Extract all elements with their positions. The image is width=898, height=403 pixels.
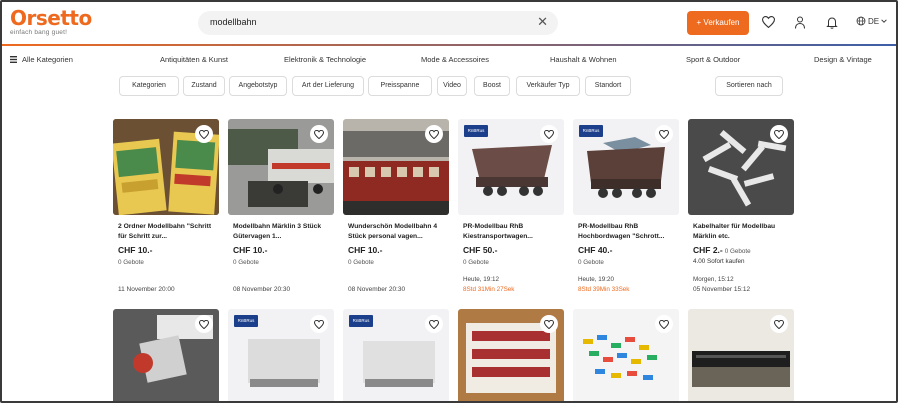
listing-title[interactable]: Modellbahn Märklin 3 Stück Gütervagen 1.…	[233, 222, 333, 242]
favorite-heart-icon[interactable]	[310, 125, 328, 143]
listing-end-date: Heute, 19:20	[578, 276, 615, 283]
listing-end-date: 11 November 20:00	[118, 286, 175, 293]
listing-image[interactable]: RnBRus	[573, 119, 679, 215]
favorite-heart-icon[interactable]	[540, 315, 558, 333]
filter-location[interactable]: Standort	[585, 76, 631, 96]
page: Orsetto einfach bang guet! modellbahn ✕ …	[0, 0, 898, 403]
logo[interactable]: Orsetto einfach bang guet!	[10, 8, 92, 36]
favorite-heart-icon[interactable]	[195, 315, 213, 333]
chevron-down-icon	[881, 19, 887, 23]
seller-badge: RnBRus	[579, 125, 603, 137]
listing-bids: 0 Gebote	[348, 259, 374, 266]
listing-image[interactable]: RnBRus	[343, 309, 449, 401]
listing-bids: 0 Gebote	[463, 259, 489, 266]
bell-icon[interactable]	[824, 14, 840, 30]
listing-title[interactable]: 2 Ordner Modellbahn "Schritt für Schritt…	[118, 222, 218, 242]
listing-price: CHF 10.-	[233, 245, 268, 255]
listing-end-date: 08 November 20:30	[233, 286, 291, 293]
all-categories-link[interactable]: Alle Kategorien	[10, 55, 73, 64]
listing-title[interactable]: Kabelhalter für Modellbau Märklin etc.	[693, 222, 793, 242]
filter-price-range[interactable]: Preisspanne	[368, 76, 432, 96]
listing-countdown: 8Std 31Min 27Sek	[463, 286, 515, 293]
language-label: DE	[868, 16, 880, 26]
listing-end-date: 08 November 20:30	[348, 286, 406, 293]
seller-badge: RnBRus	[234, 315, 258, 327]
listing-countdown: 8Std 39Min 33Sek	[578, 286, 630, 293]
favorite-heart-icon[interactable]	[770, 315, 788, 333]
category-nav: Alle Kategorien Antiquitäten & Kunst Ele…	[2, 52, 896, 68]
listing-image[interactable]	[228, 119, 334, 215]
close-icon[interactable]: ✕	[537, 14, 548, 30]
header-divider	[2, 44, 896, 46]
filter-categories[interactable]: Kategorien	[119, 76, 179, 96]
listing-price: CHF 40.-	[578, 245, 613, 255]
listing-bids: 0 Gebote	[724, 248, 751, 255]
nav-category-electronics[interactable]: Elektronik & Technologie	[284, 55, 366, 64]
listing-end-date: Morgen, 15:12	[693, 276, 734, 283]
all-categories-label: Alle Kategorien	[22, 55, 73, 64]
listing-title[interactable]: Wunderschön Modellbahn 4 Stück personal …	[348, 222, 448, 242]
user-icon[interactable]	[792, 14, 808, 30]
listing-image[interactable]	[343, 119, 449, 215]
filter-boost[interactable]: Boost	[474, 76, 510, 96]
listing-image[interactable]	[113, 309, 219, 401]
header: Orsetto einfach bang guet! modellbahn ✕ …	[2, 2, 896, 44]
listing-price: CHF 2.- 0 Gebote	[693, 245, 751, 255]
listing-price: CHF 50.-	[463, 245, 498, 255]
listing-image[interactable]: RnBRus	[458, 119, 564, 215]
listing-end-date: Heute, 19:12	[463, 276, 500, 283]
listing-image[interactable]	[113, 119, 219, 215]
listing-bids: 0 Gebote	[233, 259, 259, 266]
listing-title[interactable]: PR-Modellbau RhB Hochbordwagen "Schrott.…	[578, 222, 678, 242]
logo-tagline: einfach bang guet!	[10, 29, 68, 36]
sell-button[interactable]: + Verkaufen	[687, 11, 749, 35]
listing-image[interactable]	[688, 309, 794, 401]
globe-icon	[856, 16, 866, 26]
listing-end-date-secondary: 05 November 15:12	[693, 286, 751, 293]
nav-category-sport[interactable]: Sport & Outdoor	[686, 55, 740, 64]
filter-condition[interactable]: Zustand	[183, 76, 225, 96]
listing-image[interactable]	[458, 309, 564, 401]
favorite-heart-icon[interactable]	[540, 125, 558, 143]
search-input[interactable]: modellbahn ✕	[198, 11, 558, 35]
favorite-heart-icon[interactable]	[310, 315, 328, 333]
favorite-heart-icon[interactable]	[195, 125, 213, 143]
listing-price: CHF 10.-	[348, 245, 383, 255]
favorite-heart-icon[interactable]	[425, 125, 443, 143]
listing-title[interactable]: PR-Modellbau RhB Kiestransportwagen...	[463, 222, 563, 242]
nav-category-household[interactable]: Haushalt & Wohnen	[550, 55, 617, 64]
filter-seller-type[interactable]: Verkäufer Typ	[516, 76, 580, 96]
listing-image[interactable]: RnBRus	[228, 309, 334, 401]
nav-category-fashion[interactable]: Mode & Accessoires	[421, 55, 489, 64]
favorite-heart-icon[interactable]	[425, 315, 443, 333]
listing-price: CHF 10.-	[118, 245, 153, 255]
seller-badge: RnBRus	[349, 315, 373, 327]
language-selector[interactable]: DE	[856, 16, 887, 26]
filter-offer-type[interactable]: Angebotstyp	[229, 76, 287, 96]
favorite-heart-icon[interactable]	[655, 315, 673, 333]
menu-icon	[10, 56, 17, 63]
listing-bids: 0 Gebote	[578, 259, 604, 266]
seller-badge: RnBRus	[464, 125, 488, 137]
nav-category-design[interactable]: Design & Vintage	[814, 55, 872, 64]
logo-text: Orsetto	[10, 6, 92, 30]
listing-price-value: CHF 2.-	[693, 245, 723, 255]
search-value: modellbahn	[210, 17, 257, 27]
filter-delivery[interactable]: Art der Lieferung	[292, 76, 364, 96]
nav-category-antiques[interactable]: Antiquitäten & Kunst	[160, 55, 228, 64]
filter-video[interactable]: Video	[437, 76, 467, 96]
listing-image[interactable]	[573, 309, 679, 401]
sort-button[interactable]: Sortieren nach	[715, 76, 783, 96]
favorite-heart-icon[interactable]	[655, 125, 673, 143]
favorite-heart-icon[interactable]	[770, 125, 788, 143]
listing-buy-now: 4.00 Sofort kaufen	[693, 258, 745, 265]
listing-image[interactable]	[688, 119, 794, 215]
heart-icon[interactable]	[760, 14, 776, 30]
listing-bids: 0 Gebote	[118, 259, 144, 266]
